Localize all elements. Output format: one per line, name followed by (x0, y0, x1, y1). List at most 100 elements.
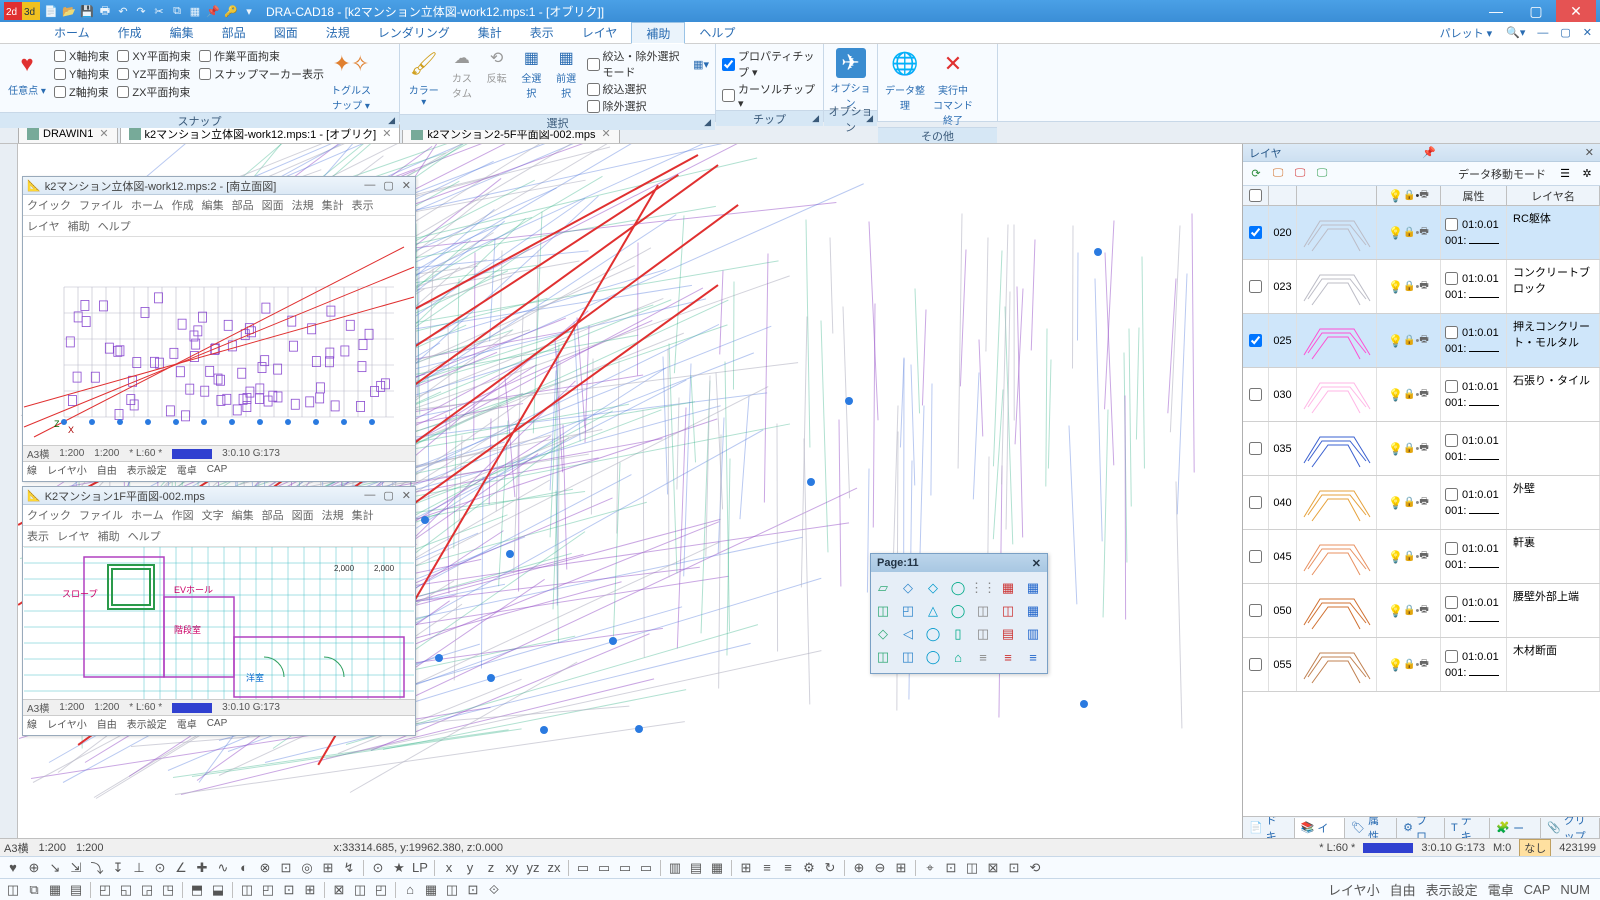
monitor2-icon[interactable]: 🖵 (1291, 165, 1309, 183)
gear-icon[interactable]: ✲ (1578, 165, 1596, 183)
layer-attr[interactable]: 01:0.01001: (1441, 206, 1507, 259)
tool-icon[interactable]: ⬒ (188, 881, 206, 899)
tool-icon[interactable]: xy (503, 859, 521, 877)
panel-tab-4[interactable]: Tテキ… (1445, 818, 1490, 838)
menu-item[interactable]: レイヤ (57, 528, 90, 544)
layer-visible-check[interactable] (1249, 496, 1262, 509)
layer-state-icons[interactable]: 💡🔒•🖶 (1377, 530, 1441, 583)
tool-icon[interactable]: ◰ (96, 881, 114, 899)
tool-icon[interactable]: ↘ (46, 859, 64, 877)
tool-icon[interactable]: ▦ (46, 881, 64, 899)
main-tab-9[interactable]: レイヤ (568, 22, 632, 43)
layer-row[interactable]: 040💡🔒•🖶 01:0.01001: 外壁 (1243, 476, 1600, 530)
layer-row[interactable]: 025💡🔒•🖶 01:0.01001: 押えコンクリート・モルタル (1243, 314, 1600, 368)
menu-item[interactable]: 法規 (322, 507, 344, 523)
layer-state-icons[interactable]: 💡🔒•🖶 (1377, 638, 1441, 691)
tool-icon[interactable]: ▤ (687, 859, 705, 877)
panel-tab-0[interactable]: 📄ドキ… (1243, 818, 1295, 838)
tool-icon[interactable]: ▦ (422, 881, 440, 899)
palette-close-icon[interactable]: ✕ (1032, 557, 1041, 570)
tool-icon[interactable]: ⌂ (401, 881, 419, 899)
layer-row[interactable]: 023💡🔒•🖶 01:0.01001: コンクリートブロック (1243, 260, 1600, 314)
main-tab-5[interactable]: 法規 (312, 22, 364, 43)
tool-icon[interactable]: LP (411, 859, 429, 877)
property-tip-check[interactable]: プロパティチップ ▾ (722, 48, 817, 80)
tool-icon[interactable]: ▭ (574, 859, 592, 877)
layer-visible-check[interactable] (1249, 388, 1262, 401)
layer-name[interactable]: 押えコンクリート・モルタル (1507, 314, 1600, 367)
tool-icon[interactable]: ↻ (821, 859, 839, 877)
tool-icon[interactable]: ⧉ (25, 881, 43, 899)
elevation-canvas[interactable]: ZX (23, 237, 415, 445)
menu-item[interactable]: 編集 (232, 507, 254, 523)
tool-icon[interactable]: zx (545, 859, 563, 877)
select-mode-narrow[interactable]: 絞込選択 (587, 81, 710, 97)
palette-tool-24[interactable]: ⌂ (948, 647, 968, 667)
layer-state-icons[interactable]: 💡🔒•🖶 (1377, 422, 1441, 475)
qat-saveall-icon[interactable]: 🖶 (98, 4, 112, 18)
layer-attr[interactable]: 01:0.01001: (1441, 260, 1507, 313)
palette-tool-4[interactable]: ⋮⋮ (973, 578, 993, 598)
tool-icon[interactable]: ▭ (595, 859, 613, 877)
monitor1-icon[interactable]: 🖵 (1269, 165, 1287, 183)
layer-state-icons[interactable]: 💡🔒•🖶 (1377, 584, 1441, 637)
select-mode-exclude[interactable]: 除外選択 (587, 98, 710, 114)
qat-redo-icon[interactable]: ↷ (134, 4, 148, 18)
layer-state-icons[interactable]: 💡🔒•🖶 (1377, 368, 1441, 421)
palette-tool-3[interactable]: ◯ (948, 578, 968, 598)
snap-check-1[interactable]: XY平面拘束 (117, 48, 191, 64)
layer-visible-check[interactable] (1249, 442, 1262, 455)
tool-icon[interactable]: ⇲ (67, 859, 85, 877)
tool-icon[interactable]: ⊗ (256, 859, 274, 877)
sub-close-icon[interactable]: ✕ (402, 179, 411, 192)
plan-canvas[interactable]: スロープEVホール階段室洋室2,0002,000 (23, 547, 415, 699)
layer-attr[interactable]: 01:0.01001: (1441, 584, 1507, 637)
tool-icon[interactable]: ⚙ (800, 859, 818, 877)
layer-visible-check[interactable] (1249, 550, 1262, 563)
palette-tool-25[interactable]: ≡ (973, 647, 993, 667)
tool-icon[interactable]: ⤵ (88, 859, 106, 877)
main-tab-7[interactable]: 集計 (464, 22, 516, 43)
layer-name[interactable]: 軒裏 (1507, 530, 1600, 583)
option-button[interactable]: ✈ オプション (830, 48, 871, 110)
tool-icon[interactable]: ◰ (259, 881, 277, 899)
palette-tool-18[interactable]: ◫ (973, 624, 993, 644)
menu-item[interactable]: 文字 (202, 507, 224, 523)
qat-save-icon[interactable]: 💾 (80, 4, 94, 18)
layer-row[interactable]: 035💡🔒•🖶 01:0.01001: (1243, 422, 1600, 476)
qat-layer-icon[interactable]: ▦ (188, 4, 202, 18)
refresh-icon[interactable]: ⟳ (1247, 165, 1265, 183)
mdi-btn-1[interactable]: — (1533, 27, 1552, 39)
tool-icon[interactable]: ⊞ (737, 859, 755, 877)
tool-icon[interactable]: x (440, 859, 458, 877)
tool-icon[interactable]: ⊠ (984, 859, 1002, 877)
filter-icon[interactable]: ☰ (1556, 165, 1574, 183)
subwindow-plan[interactable]: 📐 K2マンション1F平面図-002.mps —▢✕ クイックファイルホーム作図… (22, 486, 416, 736)
close-button[interactable]: ✕ (1556, 0, 1596, 22)
subwindow-title[interactable]: 📐 K2マンション1F平面図-002.mps —▢✕ (23, 487, 415, 505)
tool-icon[interactable]: ◳ (159, 881, 177, 899)
tool-icon[interactable]: ⊠ (330, 881, 348, 899)
layer-name[interactable]: 腰壁外部上端 (1507, 584, 1600, 637)
snap-check-7[interactable]: ZX平面拘束 (117, 84, 191, 100)
tool-icon[interactable]: ◫ (443, 881, 461, 899)
menu-item[interactable]: 補助 (98, 528, 120, 544)
tool-icon[interactable]: ↯ (340, 859, 358, 877)
layer-attr[interactable]: 01:0.01001: (1441, 422, 1507, 475)
tool-icon[interactable]: ≡ (758, 859, 776, 877)
tool-icon[interactable]: ▤ (67, 881, 85, 899)
palette-tool-17[interactable]: ▯ (948, 624, 968, 644)
tool-icon[interactable]: ★ (390, 859, 408, 877)
tool-icon[interactable]: ≡ (779, 859, 797, 877)
layer-row[interactable]: 030💡🔒•🖶 01:0.01001: 石張り・タイル (1243, 368, 1600, 422)
tool-icon[interactable]: ◐ (235, 859, 253, 877)
group-launcher-icon[interactable]: ◢ (388, 115, 395, 126)
toggle-snap-button[interactable]: ✦✧ トグルスナップ ▾ (330, 48, 372, 112)
tool-icon[interactable]: ⟐ (485, 881, 503, 899)
tool-icon[interactable]: ▭ (616, 859, 634, 877)
main-tab-10[interactable]: 補助 (631, 22, 685, 44)
layer-list[interactable]: 020💡🔒•🖶 01:0.01001: RC躯体023💡🔒•🖶 01:0.010… (1243, 206, 1600, 816)
menu-item[interactable]: 作図 (172, 507, 194, 523)
layer-name[interactable] (1507, 422, 1600, 475)
menu-item[interactable]: ホーム (131, 197, 164, 213)
